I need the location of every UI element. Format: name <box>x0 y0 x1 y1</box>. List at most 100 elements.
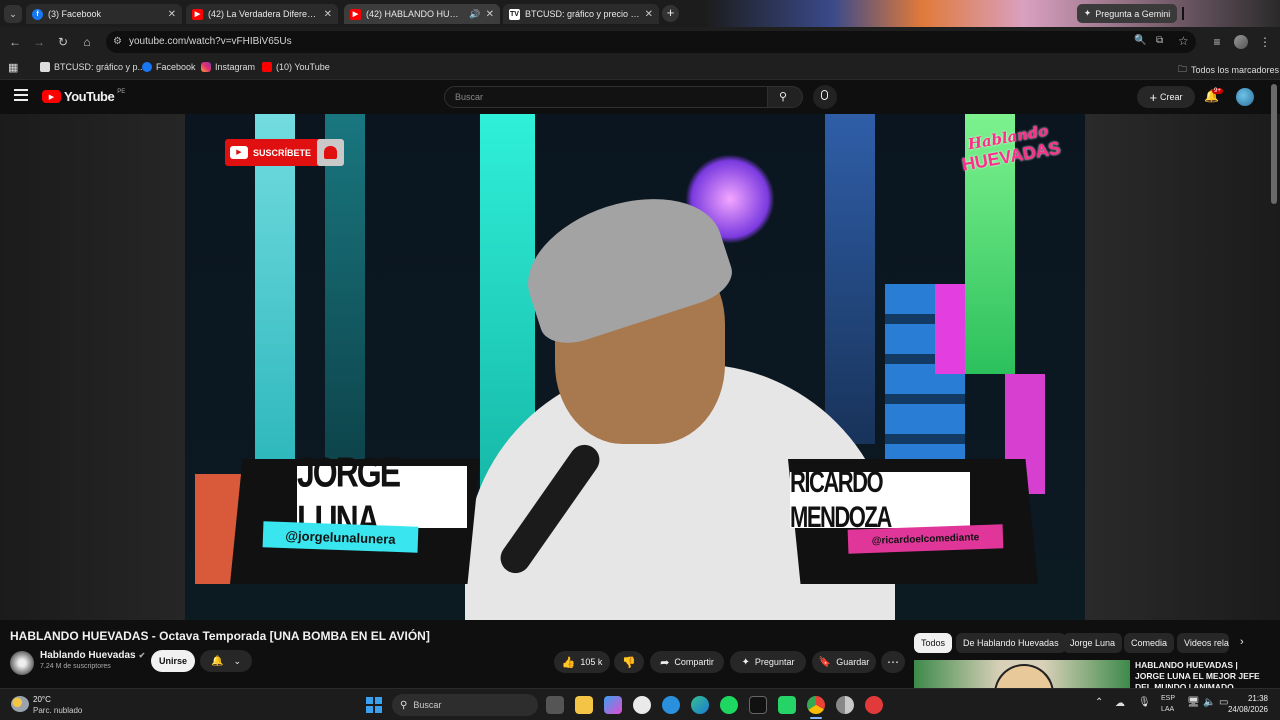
apps-grid-icon[interactable]: ▦ <box>8 61 18 74</box>
copilot-icon[interactable] <box>604 696 622 714</box>
chip-jorge-luna[interactable]: Jorge Luna <box>1063 633 1123 653</box>
chatgpt-icon[interactable] <box>633 696 651 714</box>
search-icon: ⚲ <box>779 91 788 103</box>
close-icon[interactable]: ✕ <box>324 9 332 20</box>
microphone-icon[interactable]: 🎙 <box>1138 697 1151 708</box>
gemini-button[interactable]: ✦ Pregunta a Gemini <box>1077 4 1177 23</box>
join-button[interactable]: Unirse <box>151 650 195 672</box>
install-app-icon[interactable]: ⧉ <box>1156 35 1163 46</box>
chevron-right-icon[interactable]: › <box>1240 636 1244 648</box>
search-input[interactable]: Buscar <box>444 86 768 108</box>
related-video-title[interactable]: HABLANDO HUEVADAS | JORGE LUNA EL MEJOR … <box>1135 660 1265 688</box>
ask-button[interactable]: ✦ Preguntar <box>730 651 806 673</box>
close-icon[interactable]: ✕ <box>168 9 176 20</box>
tab-facebook[interactable]: f (3) Facebook ✕ <box>26 4 182 24</box>
chrome-icon[interactable] <box>807 696 825 714</box>
site-info-icon[interactable]: ⚙ <box>113 36 122 47</box>
profile-avatar[interactable] <box>1234 35 1248 49</box>
onedrive-icon[interactable]: ☁ <box>1115 698 1125 709</box>
channel-name[interactable]: Hablando Huevadas ✔ <box>40 650 145 661</box>
reading-list-icon[interactable]: ≡ <box>1209 34 1225 50</box>
keyboard-layout[interactable]: LAA <box>1161 706 1174 713</box>
apple-tv-icon[interactable] <box>749 696 767 714</box>
related-thumbnail[interactable] <box>914 660 1130 688</box>
name-tag-right-title: RICARDO MENDOZA <box>790 465 970 534</box>
edge-icon[interactable] <box>691 696 709 714</box>
address-bar[interactable]: ⚙ youtube.com/watch?v=vFHIBiV65Us 🔍 ⧉ ☆ <box>106 31 1196 53</box>
save-button[interactable]: 🔖 Guardar <box>812 651 876 673</box>
search-button[interactable]: ⚲ <box>767 86 803 108</box>
tab-video-1[interactable]: ▶ (42) La Verdadera Diferencia Er ✕ <box>186 4 338 24</box>
bookmark-youtube[interactable]: (10) YouTube <box>262 62 330 72</box>
name-right: RICARDO MENDOZA <box>790 464 892 534</box>
share-button[interactable]: ➦ Compartir <box>650 651 724 673</box>
chip-all[interactable]: Todos <box>914 633 953 653</box>
plus-icon: + <box>1149 89 1158 105</box>
file-explorer-icon[interactable] <box>575 696 593 714</box>
save-label: Guardar <box>836 657 870 667</box>
url-text[interactable]: youtube.com/watch?v=vFHIBiV65Us <box>129 36 292 47</box>
neon-panel <box>935 284 965 374</box>
clock-time[interactable]: 21:38 <box>1244 694 1268 703</box>
hamburger-menu-icon[interactable] <box>14 89 28 101</box>
chip-from-channel[interactable]: De Hablando Huevadas <box>956 633 1066 653</box>
forward-arrow-icon[interactable]: → <box>31 34 47 50</box>
video-player[interactable]: ▶ SUSCRÍBETE Hablando HUEVADAS JORGE LUN… <box>185 114 1085 620</box>
like-button[interactable]: 👍 105 k <box>554 651 610 673</box>
taskbar-search[interactable]: ⚲ Buscar <box>392 694 538 716</box>
bookmark-facebook[interactable]: Facebook <box>142 62 196 72</box>
task-view-icon[interactable] <box>546 696 564 714</box>
edge-copilot-icon[interactable] <box>662 696 680 714</box>
account-avatar[interactable] <box>1236 88 1254 106</box>
close-icon[interactable]: ✕ <box>645 9 653 20</box>
speaker-icon[interactable]: 🔊 <box>469 9 480 20</box>
language-code[interactable]: ESP <box>1161 695 1175 702</box>
tab-video-active[interactable]: ▶ (42) HABLANDO HUEVADA 🔊 ✕ <box>344 4 500 24</box>
name-tag-left-handle: @jorgelunalunera <box>262 521 419 553</box>
bell-icon: 🔔 <box>211 655 224 667</box>
start-button[interactable] <box>366 697 382 713</box>
bookmark-btcusd[interactable]: BTCUSD: gráfico y p... <box>40 62 145 72</box>
youtube-header: ▶ YouTube PE Buscar ⚲ + Crear 🔔 9+ <box>0 80 1280 114</box>
chevron-up-icon[interactable]: ⌃ <box>1095 697 1103 708</box>
more-actions-button[interactable]: ⋯ <box>881 651 905 673</box>
instagram-icon <box>201 62 211 72</box>
chrome-beta-icon[interactable] <box>836 696 854 714</box>
new-tab-button[interactable]: + <box>662 5 679 22</box>
all-bookmarks-label: Todos los marcadores <box>1191 65 1280 75</box>
youtube-icon: ▶ <box>192 8 203 20</box>
create-button[interactable]: + Crear <box>1137 86 1195 108</box>
youtube-wordmark: YouTube <box>64 89 115 104</box>
voice-search-button[interactable] <box>813 85 837 109</box>
dislike-button[interactable]: 👎 <box>614 651 644 673</box>
browser-tab-strip: ⌄ f (3) Facebook ✕ ▶ (42) La Verdadera D… <box>0 0 1280 27</box>
weather-icon[interactable] <box>11 696 29 712</box>
close-icon[interactable]: ✕ <box>486 9 494 20</box>
youtube-logo[interactable]: ▶ YouTube PE <box>42 89 125 104</box>
volume-icon[interactable]: 🔈 <box>1203 697 1215 708</box>
kebab-menu-icon[interactable]: ⋮ <box>1257 34 1273 50</box>
bookmark-instagram[interactable]: Instagram <box>201 62 255 72</box>
channel-avatar[interactable] <box>10 651 34 675</box>
page-scrollbar[interactable] <box>1271 84 1277 204</box>
chip-comedy[interactable]: Comedia <box>1124 633 1175 653</box>
video-letterbox-left <box>0 114 185 620</box>
chip-related[interactable]: Videos rela <box>1177 633 1229 653</box>
whatsapp-icon[interactable] <box>778 696 796 714</box>
home-icon[interactable]: ⌂ <box>79 34 95 50</box>
tab-btcusd[interactable]: TV BTCUSD: gráfico y precio del B ✕ <box>503 4 659 24</box>
clock-date[interactable]: 24/08/2026 <box>1224 705 1268 714</box>
subscribe-overlay-label: SUSCRÍBETE <box>253 147 312 158</box>
search-placeholder: Buscar <box>455 92 484 102</box>
reload-icon[interactable]: ↻ <box>55 34 71 50</box>
weather-condition: Parc. nublado <box>33 706 83 715</box>
app-red-icon[interactable] <box>865 696 883 714</box>
network-icon[interactable]: 🖥 <box>1187 697 1200 708</box>
zoom-icon[interactable]: 🔍 <box>1134 35 1146 46</box>
tab-search-button[interactable]: ⌄ <box>4 5 22 23</box>
back-arrow-icon[interactable]: ← <box>7 34 23 50</box>
all-bookmarks[interactable]: 🗀 Todos los marcadores <box>1178 62 1279 78</box>
bookmark-star-icon[interactable]: ☆ <box>1178 34 1189 48</box>
spotify-icon[interactable] <box>720 696 738 714</box>
subscribed-notifications-button[interactable]: 🔔 ⌄ <box>200 650 252 672</box>
